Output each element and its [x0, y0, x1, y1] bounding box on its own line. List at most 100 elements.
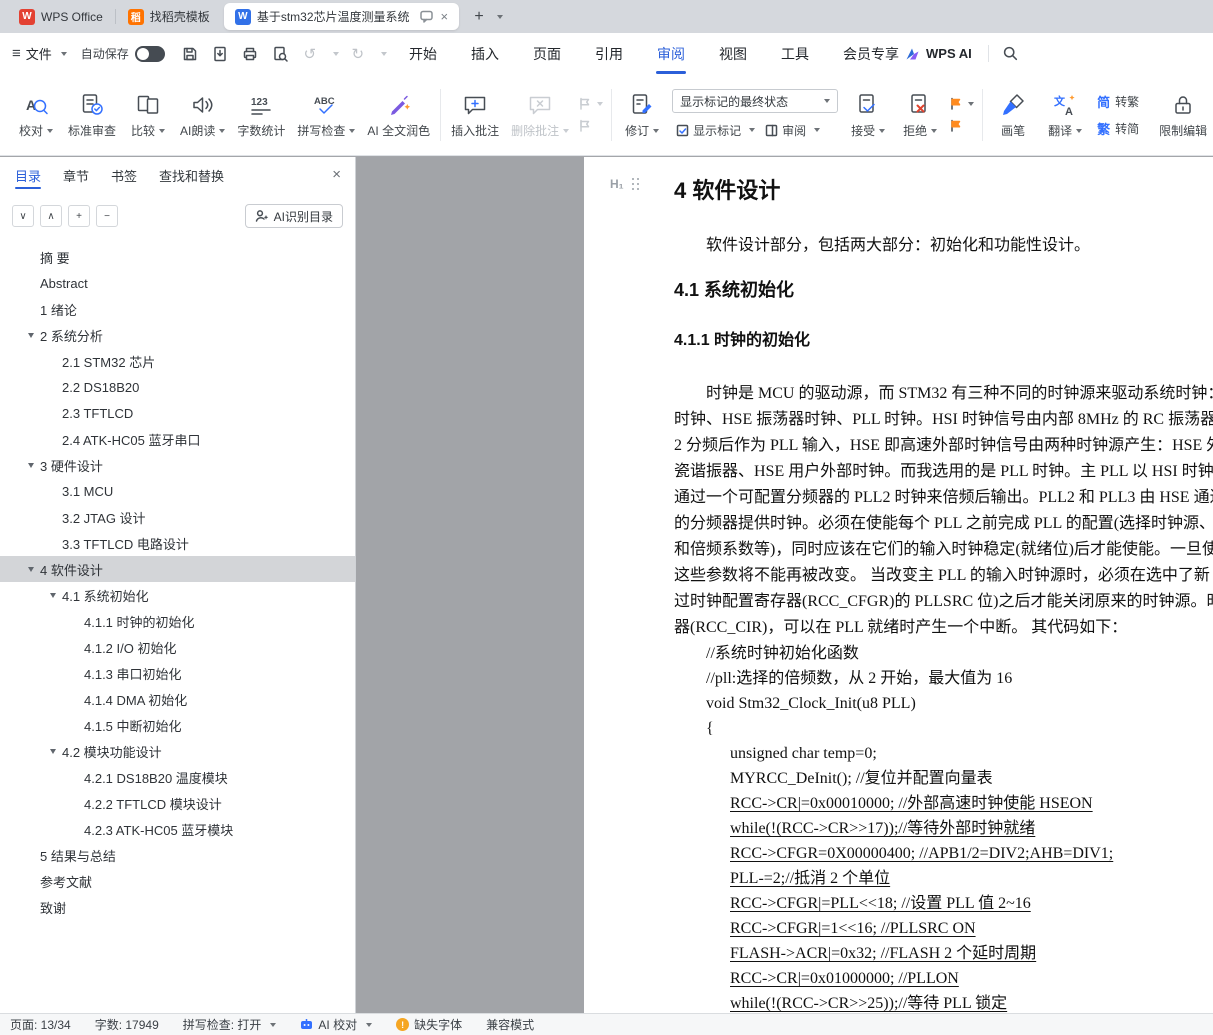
toc-item[interactable]: 4.2.1 DS18B20 温度模块 — [0, 764, 355, 790]
sidebar-close-icon[interactable]: × — [332, 166, 341, 183]
delete-comment-button[interactable]: 删除批注 — [509, 88, 571, 141]
heading-drag-handle[interactable]: H₁ — [610, 177, 640, 191]
tab-label: WPS Office — [41, 9, 103, 24]
proofread-button[interactable]: A 校对 — [14, 88, 58, 141]
review-pane-button[interactable]: 审阅 — [761, 120, 824, 140]
toc-item[interactable]: 3 硬件设计 — [0, 452, 355, 478]
toc-item[interactable]: 4.1.2 I/O 初始化 — [0, 634, 355, 660]
tab-close-icon[interactable]: × — [441, 9, 449, 24]
save-icon[interactable] — [179, 43, 201, 65]
toc-collapse-all-button[interactable]: ∨ — [12, 205, 34, 227]
new-tab-button[interactable]: + — [467, 5, 491, 29]
document-tab[interactable]: W 基于stm32芯片温度测量系统 × — [223, 3, 460, 30]
ink-brush-button[interactable]: 画笔 — [991, 88, 1035, 141]
standard-review-button[interactable]: 标准审查 — [66, 88, 118, 141]
spell-check-button[interactable]: ABC 拼写检查 — [295, 88, 357, 141]
reject-revision-button[interactable]: 拒绝 — [898, 88, 942, 141]
compare-button[interactable]: 比较 — [126, 88, 170, 141]
toc-item[interactable]: 3.2 JTAG 设计 — [0, 504, 355, 530]
toc-expand-icon[interactable] — [46, 593, 60, 598]
word-count-indicator[interactable]: 字数: 17949 — [95, 1016, 159, 1033]
toc-item[interactable]: 2.2 DS18B20 — [0, 374, 355, 400]
toc-item[interactable]: 3.3 TFTLCD 电路设计 — [0, 530, 355, 556]
accept-revision-button[interactable]: 接受 — [846, 88, 890, 141]
toc-item[interactable]: 2 系统分析 — [0, 322, 355, 348]
document-page[interactable]: H₁ 4 软件设计 软件设计部分，包括两大部分：初始化和功能性设计。 4.1 系… — [584, 157, 1213, 1013]
simplified-to-traditional-button[interactable]: 简转繁 — [1097, 92, 1139, 111]
sidebar-tab[interactable]: 章节 — [63, 157, 89, 194]
toc-add-level-button[interactable]: + — [68, 205, 90, 227]
wps-ai-button[interactable]: WPS AI — [905, 33, 972, 74]
autosave-toggle[interactable] — [134, 45, 165, 62]
toc-item[interactable]: 4.1 系统初始化 — [0, 582, 355, 608]
toc-item[interactable]: 4.2.2 TFTLCD 模块设计 — [0, 790, 355, 816]
toc-item[interactable]: 3.1 MCU — [0, 478, 355, 504]
menu-tab[interactable]: 开始 — [392, 33, 454, 74]
toc-item[interactable]: 致谢 — [0, 894, 355, 920]
menu-tab[interactable]: 页面 — [516, 33, 578, 74]
file-menu-button[interactable]: ≡ 文件 — [12, 44, 67, 63]
menu-tab[interactable]: 插入 — [454, 33, 516, 74]
traditional-to-simplified-button[interactable]: 繁转简 — [1097, 119, 1139, 138]
toc-item[interactable]: 4.1.1 时钟的初始化 — [0, 608, 355, 634]
previous-comment-button[interactable] — [579, 97, 604, 110]
compatibility-mode[interactable]: 兼容模式 — [486, 1016, 534, 1033]
sidebar-tab[interactable]: 目录 — [15, 157, 42, 194]
sidebar-tab[interactable]: 查找和替换 — [159, 157, 224, 194]
marks-state-select[interactable]: 显示标记的最终状态 — [672, 89, 839, 113]
next-revision-button[interactable] — [950, 119, 974, 132]
ai-proofread-status[interactable]: AI 校对 — [300, 1016, 373, 1033]
redo-icon[interactable]: ↻ — [347, 43, 369, 65]
insert-comment-button[interactable]: 插入批注 — [449, 88, 501, 141]
print-icon[interactable] — [239, 43, 261, 65]
export-pdf-icon[interactable] — [209, 43, 231, 65]
menu-tab[interactable]: 工具 — [764, 33, 826, 74]
restrict-editing-button[interactable]: 限制编辑 — [1157, 88, 1209, 141]
menu-tab[interactable]: 视图 — [702, 33, 764, 74]
ai-read-aloud-button[interactable]: AI朗读 — [178, 88, 227, 141]
toc-expand-icon[interactable] — [24, 463, 38, 468]
track-changes-button[interactable]: 修订 — [620, 88, 664, 141]
previous-revision-button[interactable] — [950, 97, 975, 110]
toc-item[interactable]: 2.1 STM32 芯片 — [0, 348, 355, 374]
app-tab-docer[interactable]: 稻 找稻壳模板 — [114, 4, 221, 29]
toc-item[interactable]: 参考文献 — [0, 868, 355, 894]
sidebar-tab[interactable]: 书签 — [111, 157, 137, 194]
toc-item[interactable]: 4.1.5 中断初始化 — [0, 712, 355, 738]
toc-expand-icon[interactable] — [24, 567, 38, 572]
ai-polish-button[interactable]: AI 全文润色 — [365, 88, 432, 141]
next-comment-button[interactable] — [579, 119, 603, 132]
toc-item[interactable]: 摘 要 — [0, 244, 355, 270]
tab-comment-icon[interactable] — [419, 10, 433, 23]
word-count-button[interactable]: 123 字数统计 — [235, 88, 287, 141]
show-marks-button[interactable]: 显示标记 — [672, 120, 759, 140]
page-indicator[interactable]: 页面: 13/34 — [10, 1016, 71, 1033]
toc-item[interactable]: 2.3 TFTLCD — [0, 400, 355, 426]
search-icon[interactable] — [1002, 33, 1019, 74]
menu-tab[interactable]: 引用 — [578, 33, 640, 74]
spell-check-status[interactable]: 拼写检查: 打开 — [183, 1016, 277, 1033]
toc-item[interactable]: 4.2.3 ATK-HC05 蓝牙模块 — [0, 816, 355, 842]
undo-icon[interactable]: ↺ — [299, 43, 321, 65]
translate-button[interactable]: 文A 翻译 — [1043, 88, 1087, 141]
toc-item[interactable]: 4 软件设计 — [0, 556, 355, 582]
toc-expand-all-button[interactable]: ∧ — [40, 205, 62, 227]
toc-item[interactable]: 5 结果与总结 — [0, 842, 355, 868]
missing-font-warning[interactable]: ! 缺失字体 — [396, 1016, 462, 1033]
toc-item-label: 4.2.3 ATK-HC05 蓝牙模块 — [84, 822, 234, 838]
app-tab-wps-office[interactable]: W WPS Office — [8, 4, 114, 29]
toc-item[interactable]: 4.2 模块功能设计 — [0, 738, 355, 764]
toc-expand-icon[interactable] — [24, 333, 38, 338]
menu-tab[interactable]: 审阅 — [640, 33, 702, 74]
toc-item[interactable]: 4.1.4 DMA 初始化 — [0, 686, 355, 712]
print-preview-icon[interactable] — [269, 43, 291, 65]
toc-item[interactable]: Abstract — [0, 270, 355, 296]
toc-item[interactable]: 4.1.3 串口初始化 — [0, 660, 355, 686]
toc-item[interactable]: 2.4 ATK-HC05 蓝牙串口 — [0, 426, 355, 452]
toc-expand-icon[interactable] — [46, 749, 60, 754]
tab-list-chevron-icon[interactable] — [493, 10, 504, 24]
toc-remove-level-button[interactable]: − — [96, 205, 118, 227]
toc-item[interactable]: 1 绪论 — [0, 296, 355, 322]
ai-recognize-toc-button[interactable]: AI识别目录 — [244, 204, 343, 228]
menu-tab[interactable]: 会员专享 — [826, 33, 916, 74]
